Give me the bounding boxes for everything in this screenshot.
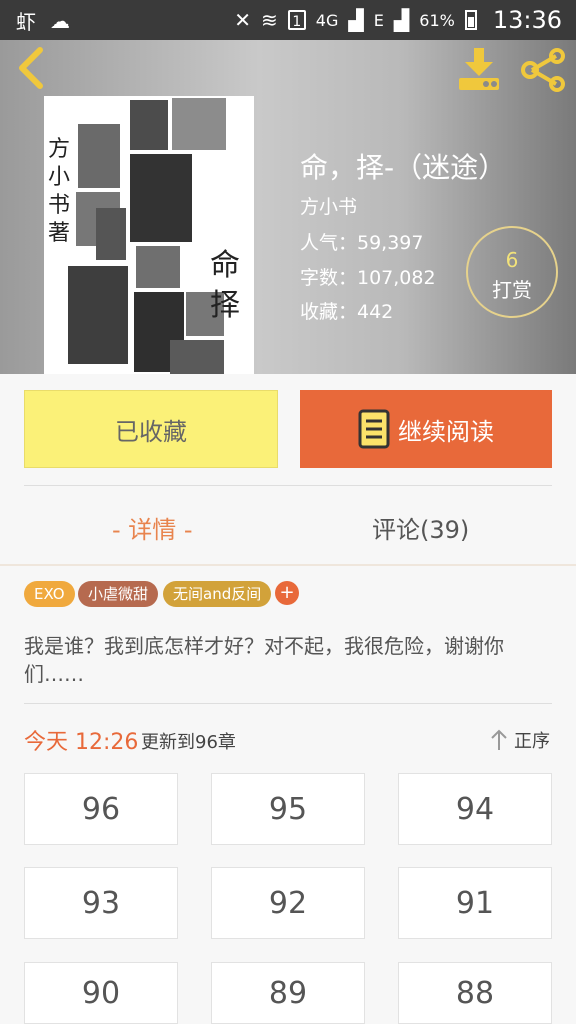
cover-photo: [68, 266, 128, 364]
chapter-button[interactable]: 89: [211, 962, 365, 1024]
chapter-button[interactable]: 88: [398, 962, 552, 1024]
tab-divider: [0, 564, 576, 566]
tip-count: 6: [505, 248, 519, 272]
sort-label: 正序: [514, 731, 550, 752]
back-arrow-icon[interactable]: [14, 46, 50, 90]
chapter-button[interactable]: 95: [211, 773, 365, 845]
tab-comments[interactable]: 评论(39): [372, 510, 469, 545]
chapter-button[interactable]: 90: [24, 962, 178, 1024]
cover-photo: [172, 98, 226, 150]
sim-slot-badge: 1: [287, 10, 306, 30]
weather-icon: ☁: [50, 8, 70, 33]
chapter-button[interactable]: 93: [24, 867, 178, 939]
book-author[interactable]: 方小书: [300, 192, 357, 219]
update-text: 更新到96章: [141, 732, 236, 753]
share-icon[interactable]: [520, 48, 568, 92]
cover-photo: [130, 100, 168, 150]
battery-percent: 61%: [419, 10, 455, 30]
chapter-button[interactable]: 96: [24, 773, 178, 845]
signal-icon: ▟: [348, 8, 364, 32]
update-time: 今天 12:26: [24, 730, 139, 755]
book-description: 我是谁？我到底怎样才好？对不起，我很危险，谢谢你们……: [24, 634, 504, 686]
sort-arrow-icon: [491, 729, 507, 750]
clock: 13:36: [492, 6, 562, 34]
network-e-label: E: [373, 10, 384, 30]
tip-label: 打赏: [492, 278, 532, 302]
cover-author-text: 方小书 著: [48, 137, 71, 246]
add-tag-button[interactable]: +: [275, 581, 299, 605]
book-icon: [358, 409, 390, 449]
cover-photo: [78, 124, 120, 188]
favorites-stat: 收藏：442: [300, 301, 394, 323]
favorited-button[interactable]: 已收藏: [24, 390, 278, 468]
favorited-button-label: 已收藏: [115, 417, 187, 446]
divider: [24, 485, 552, 486]
tab-detail[interactable]: - 详情 -: [112, 510, 193, 545]
chapter-button[interactable]: 91: [398, 867, 552, 939]
signal-icon-2: ▟: [393, 8, 410, 32]
tag-xiaonue[interactable]: 小虐微甜: [78, 581, 159, 607]
cover-photo: [136, 246, 180, 288]
tag-wujian[interactable]: 无间and反间: [163, 581, 272, 607]
continue-reading-label: 继续阅读: [398, 417, 494, 446]
book-title: 命，择-（迷途）: [300, 151, 507, 184]
divider: [24, 703, 552, 704]
tag-exo[interactable]: EXO: [24, 581, 75, 607]
mute-icon: ✕: [234, 8, 252, 32]
tip-button[interactable]: 6 打赏: [466, 226, 558, 318]
cover-photo: [170, 340, 224, 374]
word-count-stat: 字数：107,082: [300, 267, 436, 289]
chapter-button[interactable]: 94: [398, 773, 552, 845]
status-bar: 虾 ☁ ✕ ≋ 1 4G ▟ E ▟ 61% 13:36: [0, 0, 576, 40]
cover-photo: [130, 154, 192, 242]
app-notification-icon: 虾: [16, 10, 36, 34]
cover-photo: [96, 208, 126, 260]
chapter-button[interactable]: 92: [211, 867, 365, 939]
network-4g-label: 4G: [315, 10, 339, 30]
continue-reading-button[interactable]: 继续阅读: [300, 390, 552, 468]
wifi-icon: ≋: [261, 8, 278, 32]
download-icon[interactable]: [456, 46, 502, 92]
battery-icon: [464, 10, 477, 30]
book-cover[interactable]: 方小书 著 命择: [44, 96, 254, 374]
popularity-stat: 人气：59,397: [300, 232, 424, 254]
cover-title-art: 命择: [210, 248, 240, 323]
sort-button[interactable]: 正序: [490, 727, 550, 753]
